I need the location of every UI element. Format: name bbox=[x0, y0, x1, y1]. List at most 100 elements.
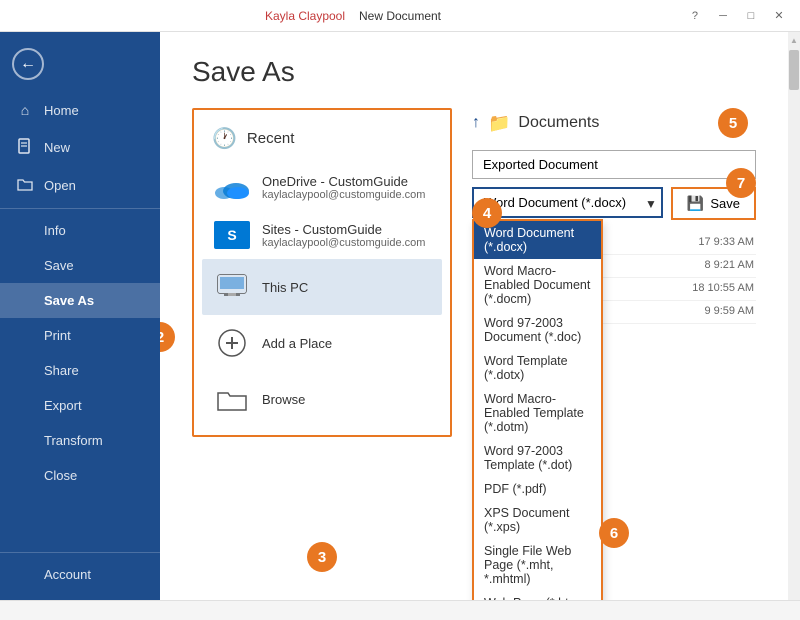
page-title: Save As bbox=[192, 56, 756, 88]
sidebar-item-print-label: Print bbox=[44, 328, 71, 343]
locations-wrapper: 🕐 Recent OneDrive - CustomGuide kaylacla… bbox=[192, 108, 452, 558]
sidebar-item-transform[interactable]: Transform bbox=[0, 423, 160, 458]
back-button[interactable]: ← bbox=[12, 48, 44, 80]
app-container: ← ⌂ Home New Open Info Save bbox=[0, 32, 800, 600]
sidebar-divider-1 bbox=[0, 208, 160, 209]
sidebar-item-info-label: Info bbox=[44, 223, 66, 238]
sidebar-item-new[interactable]: New bbox=[0, 128, 160, 167]
sidebar-item-open[interactable]: Open bbox=[0, 167, 160, 204]
addplace-name: Add a Place bbox=[262, 336, 430, 351]
maximize-button[interactable]: □ bbox=[738, 6, 764, 26]
open-icon bbox=[16, 177, 34, 194]
sidebar-item-print[interactable]: Print bbox=[0, 318, 160, 353]
title-bar-user: Kayla Claypool bbox=[265, 9, 345, 23]
browse-icon bbox=[214, 381, 250, 417]
sidebar-item-share[interactable]: Share bbox=[0, 353, 160, 388]
sidebar-item-account[interactable]: Account bbox=[0, 557, 160, 592]
dropdown-list: Word Document (*.docx)Word Macro-Enabled… bbox=[472, 219, 603, 600]
sidebar-item-home-label: Home bbox=[44, 103, 79, 118]
callout-6: 6 bbox=[599, 518, 629, 548]
dropdown-list-item[interactable]: PDF (*.pdf) bbox=[474, 477, 601, 501]
locations-panel: 🕐 Recent OneDrive - CustomGuide kaylacla… bbox=[192, 108, 452, 437]
dropdown-list-item[interactable]: Word Macro-Enabled Template (*.dotm) bbox=[474, 387, 601, 439]
save-btn-icon: 💾 bbox=[687, 195, 704, 212]
callout-3: 3 bbox=[307, 542, 337, 572]
sidebar-item-close[interactable]: Close bbox=[0, 458, 160, 493]
save-btn-label: Save bbox=[710, 196, 740, 211]
folder-title: Documents bbox=[518, 114, 599, 132]
clock-icon: 🕐 bbox=[212, 126, 237, 151]
minimize-button[interactable]: ─ bbox=[710, 6, 736, 26]
sidebar-item-share-label: Share bbox=[44, 363, 79, 378]
sidebar-item-export[interactable]: Export bbox=[0, 388, 160, 423]
dropdown-list-item[interactable]: Word 97-2003 Document (*.doc) bbox=[474, 311, 601, 349]
recent-file-3-modified: 18 10:55 AM bbox=[692, 282, 754, 296]
up-arrow-icon[interactable]: ↑ bbox=[472, 114, 480, 132]
sidebar-item-info[interactable]: Info bbox=[0, 213, 160, 248]
location-browse[interactable]: Browse bbox=[202, 371, 442, 427]
scrollbar[interactable]: ▲ bbox=[788, 32, 800, 600]
onedrive-name: OneDrive - CustomGuide bbox=[262, 174, 430, 189]
location-addplace[interactable]: Add a Place bbox=[202, 315, 442, 371]
sidebar-item-transform-label: Transform bbox=[44, 433, 103, 448]
filename-input[interactable] bbox=[472, 150, 756, 179]
onedrive-email: kaylaclaypool@customguide.com bbox=[262, 189, 430, 201]
status-bar bbox=[0, 600, 800, 620]
sidebar-item-export-label: Export bbox=[44, 398, 82, 413]
dropdown-list-item[interactable]: Word Macro-Enabled Document (*.docm) bbox=[474, 259, 601, 311]
location-onedrive-text: OneDrive - CustomGuide kaylaclaypool@cus… bbox=[262, 174, 430, 201]
sidebar-item-save[interactable]: Save bbox=[0, 248, 160, 283]
location-browse-text: Browse bbox=[262, 392, 430, 407]
sidebar-bottom: Account bbox=[0, 548, 160, 600]
recent-file-4-modified: 9 9:59 AM bbox=[704, 305, 754, 319]
scroll-up-btn[interactable]: ▲ bbox=[789, 36, 799, 48]
location-onedrive[interactable]: OneDrive - CustomGuide kaylaclaypool@cus… bbox=[202, 163, 442, 211]
back-icon: ← bbox=[20, 55, 36, 73]
dropdown-list-item[interactable]: XPS Document (*.xps) bbox=[474, 501, 601, 539]
location-addplace-text: Add a Place bbox=[262, 336, 430, 351]
recent-label: Recent bbox=[247, 130, 295, 147]
location-sharepoint-text: Sites - CustomGuide kaylaclaypool@custom… bbox=[262, 222, 430, 249]
sidebar-item-open-label: Open bbox=[44, 178, 76, 193]
sidebar-item-save-as[interactable]: Save As bbox=[0, 283, 160, 318]
title-bar-controls: ? ─ □ ✕ bbox=[682, 6, 792, 26]
format-row: Word Document (*.docx)Word Macro-Enabled… bbox=[472, 187, 756, 220]
sidebar-divider-2 bbox=[0, 552, 160, 553]
scrollbar-thumb[interactable] bbox=[789, 50, 799, 90]
folder-header: ↑ 📁 Documents 5 bbox=[472, 108, 756, 138]
dropdown-list-item[interactable]: Web Page (*.htm, *.html) bbox=[474, 591, 601, 600]
dropdown-list-item[interactable]: Word 97-2003 Template (*.dot) bbox=[474, 439, 601, 477]
location-sharepoint[interactable]: S Sites - CustomGuide kaylaclaypool@cust… bbox=[202, 211, 442, 259]
location-thispc[interactable]: This PC bbox=[202, 259, 442, 315]
sharepoint-icon: S bbox=[214, 221, 250, 249]
new-icon bbox=[16, 138, 34, 157]
sidebar-top: ← bbox=[0, 40, 160, 92]
callout-5: 5 bbox=[718, 108, 748, 138]
onedrive-icon bbox=[214, 173, 250, 201]
sharepoint-email: kaylaclaypool@customguide.com bbox=[262, 237, 430, 249]
title-bar: New Document Kayla Claypool ? ─ □ ✕ bbox=[0, 0, 800, 32]
file-panel: ↑ 📁 Documents 5 Word Document (*.docx)Wo… bbox=[472, 108, 756, 558]
close-button[interactable]: ✕ bbox=[766, 6, 792, 26]
dropdown-list-item[interactable]: Single File Web Page (*.mht, *.mhtml) bbox=[474, 539, 601, 591]
sidebar: ← ⌂ Home New Open Info Save bbox=[0, 32, 160, 600]
folder-icon: 📁 bbox=[488, 113, 510, 134]
sidebar-item-new-label: New bbox=[44, 140, 70, 155]
callout-7: 7 bbox=[726, 168, 756, 198]
recent-file-2-modified: 8 9:21 AM bbox=[704, 259, 754, 273]
sidebar-item-save-as-label: Save As bbox=[44, 293, 94, 308]
browse-name: Browse bbox=[262, 392, 430, 407]
callout-4: 4 bbox=[472, 198, 502, 228]
main-content: Save As 🕐 Recent OneDr bbox=[160, 32, 788, 600]
sharepoint-name: Sites - CustomGuide bbox=[262, 222, 430, 237]
dropdown-list-item[interactable]: Word Template (*.dotx) bbox=[474, 349, 601, 387]
sidebar-item-save-label: Save bbox=[44, 258, 74, 273]
thispc-icon bbox=[214, 269, 250, 305]
help-button[interactable]: ? bbox=[682, 6, 708, 26]
sidebar-item-account-label: Account bbox=[44, 567, 91, 582]
home-icon: ⌂ bbox=[16, 102, 34, 118]
sidebar-item-home[interactable]: ⌂ Home bbox=[0, 92, 160, 128]
addplace-icon bbox=[214, 325, 250, 361]
callout-2: 2 bbox=[160, 322, 175, 352]
location-thispc-text: This PC bbox=[262, 280, 430, 295]
